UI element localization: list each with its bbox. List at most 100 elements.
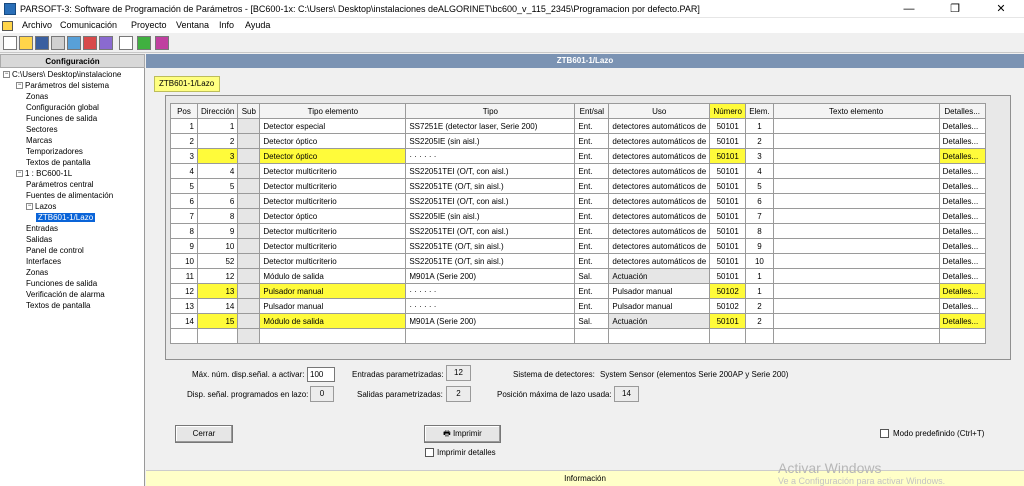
menu-proyecto[interactable]: Proyecto [131, 20, 167, 30]
tree-item[interactable]: Salidas [26, 234, 52, 245]
open-folder-icon[interactable] [19, 36, 33, 50]
collapse-icon[interactable]: − [26, 203, 33, 211]
transfer-icon[interactable] [99, 36, 113, 50]
col-elem[interactable]: Elem. [745, 103, 774, 119]
tree-item[interactable]: Verificación de alarma [26, 289, 105, 300]
table-row[interactable]: 8 9 Detector multicriterio SS22051TEI (O/T,… [170, 223, 986, 239]
new-file-icon[interactable] [3, 36, 17, 50]
col-tipo-elemento[interactable]: Tipo elemento [259, 103, 407, 119]
tree-item[interactable]: Interfaces [26, 256, 61, 267]
cell-detalles[interactable]: Detalles... [938, 313, 986, 329]
print-icon[interactable] [51, 36, 65, 50]
tree-item[interactable]: Textos de pantalla [26, 300, 91, 311]
menu-info[interactable]: Info [219, 20, 234, 30]
tree-item[interactable]: − Lazos [26, 201, 56, 212]
tree-item[interactable]: −1 : BC600-1L [16, 168, 72, 179]
help-book-icon[interactable] [155, 36, 169, 50]
cell-detalles[interactable]: Detalles... [938, 163, 986, 179]
tree-item[interactable]: Zonas [26, 267, 48, 278]
col-detalles[interactable]: Detalles... [938, 103, 986, 119]
tab-lazo[interactable]: ZTB601-1/Lazo [154, 76, 220, 92]
table-row-empty[interactable] [170, 328, 986, 344]
tree-item[interactable]: Funciones de salida [26, 278, 97, 289]
table-row[interactable]: 11 12 Módulo de salida M901A (Serie 200) Sal… [170, 268, 986, 284]
tree-item[interactable]: Configuración global [26, 102, 99, 113]
tree-root[interactable]: − C:\Users\ Desktop\instalacione [3, 69, 121, 80]
cell-direccion: 3 [196, 148, 239, 164]
empty-cell [709, 328, 747, 344]
table-row[interactable]: 1 1 Detector especial SS7251E (detector las… [170, 118, 986, 134]
cell-pos: 8 [170, 223, 198, 239]
imprimir-button[interactable]: 🖶 Imprimir [424, 425, 501, 443]
collapse-icon[interactable]: − [16, 170, 23, 178]
col-uso[interactable]: Uso [608, 103, 711, 119]
cell-detalles[interactable]: Detalles... [938, 193, 986, 209]
col-texto-elemento[interactable]: Texto elemento [772, 103, 940, 119]
tree-item[interactable]: Marcas [26, 135, 52, 146]
activation-watermark-hint: Ve a Configuración para activar Windows. [778, 476, 946, 486]
imprimir-detalles-checkbox[interactable] [425, 448, 434, 457]
cell-sub [237, 148, 261, 164]
table-row[interactable]: 6 6 Detector multicriterio SS22051TEI (O/T,… [170, 193, 986, 209]
table-row[interactable]: 12 13 Pulsador manual · · · · · · Ent. Pulsad… [170, 283, 986, 299]
table-row[interactable]: 14 15 Módulo de salida M901A (Serie 200) Sal… [170, 313, 986, 329]
collapse-icon[interactable]: − [3, 71, 10, 79]
cell-detalles[interactable]: Detalles... [938, 133, 986, 149]
table-row[interactable]: 4 4 Detector multicriterio SS22051TEI (O/T,… [170, 163, 986, 179]
cell-detalles[interactable]: Detalles... [938, 268, 986, 284]
tree-item[interactable]: ZTB601-1/Lazo [36, 212, 96, 223]
tree-item[interactable]: Fuentes de alimentación [26, 190, 113, 201]
cerrar-button[interactable]: Cerrar [175, 425, 233, 443]
cell-numero: 50102 [709, 283, 747, 299]
col-direccion[interactable]: Dirección [196, 103, 239, 119]
col-tipo[interactable]: Tipo [405, 103, 576, 119]
tree-item[interactable]: Panel de control [26, 245, 84, 256]
close-button[interactable]: ✕ [978, 0, 1024, 18]
table-row[interactable]: 3 3 Detector óptico · · · · · · Ent. detector… [170, 148, 986, 164]
cell-pos: 12 [170, 283, 198, 299]
cell-detalles[interactable]: Detalles... [938, 208, 986, 224]
table-icon[interactable] [119, 36, 133, 50]
col-pos[interactable]: Pos [170, 103, 198, 119]
tree-item[interactable]: Temporizadores [26, 146, 83, 157]
menu-ventana[interactable]: Ventana [176, 20, 209, 30]
col-numero[interactable]: Número [709, 103, 747, 119]
tree-item[interactable]: Parámetros central [26, 179, 94, 190]
cell-detalles[interactable]: Detalles... [938, 118, 986, 134]
cell-detalles[interactable]: Detalles... [938, 223, 986, 239]
table-row[interactable]: 7 8 Detector óptico SS2205IE (sin aisl.) Ent… [170, 208, 986, 224]
col-ent-sal[interactable]: Ent/sal [574, 103, 610, 119]
tree-item[interactable]: Textos de pantalla [26, 157, 91, 168]
menu-ayuda[interactable]: Ayuda [245, 20, 270, 30]
save-icon[interactable] [35, 36, 49, 50]
table-row[interactable]: 9 10 Detector multicriterio SS22051TE (O/T,… [170, 238, 986, 254]
tools-icon[interactable] [137, 36, 151, 50]
cell-pos: 9 [170, 238, 198, 254]
menu-comunicacion[interactable]: Comunicación [60, 20, 117, 30]
cell-detalles[interactable]: Detalles... [938, 238, 986, 254]
tree-item[interactable]: Entradas [26, 223, 58, 234]
restore-button[interactable]: ❐ [932, 0, 978, 18]
tree-item[interactable]: Sectores [26, 124, 58, 135]
menu-archivo[interactable]: Archivo [22, 20, 52, 30]
minimize-button[interactable]: — [886, 0, 932, 18]
max-disp-input[interactable]: 100 [307, 367, 335, 382]
cell-numero: 50101 [709, 133, 747, 149]
table-row[interactable]: 5 5 Detector multicriterio SS22051TE (O/T, … [170, 178, 986, 194]
table-row[interactable]: 2 2 Detector óptico SS2205IE (sin aisl.) Ent… [170, 133, 986, 149]
cell-detalles[interactable]: Detalles... [938, 253, 986, 269]
cell-detalles[interactable]: Detalles... [938, 148, 986, 164]
download-icon[interactable] [83, 36, 97, 50]
cell-detalles[interactable]: Detalles... [938, 298, 986, 314]
cell-detalles[interactable]: Detalles... [938, 283, 986, 299]
tree-item[interactable]: Zonas [26, 91, 48, 102]
cell-detalles[interactable]: Detalles... [938, 178, 986, 194]
col-sub[interactable]: Sub [237, 103, 261, 119]
tree-item[interactable]: Funciones de salida [26, 113, 97, 124]
table-row[interactable]: 10 52 Detector multicriterio SS22051TE (O/T… [170, 253, 986, 269]
tree-item[interactable]: − Parámetros del sistema [16, 80, 109, 91]
modo-predefinido-checkbox[interactable] [880, 429, 889, 438]
collapse-icon[interactable]: − [16, 82, 23, 90]
upload-icon[interactable] [67, 36, 81, 50]
table-row[interactable]: 13 14 Pulsador manual · · · · · · Ent. Pulsad… [170, 298, 986, 314]
